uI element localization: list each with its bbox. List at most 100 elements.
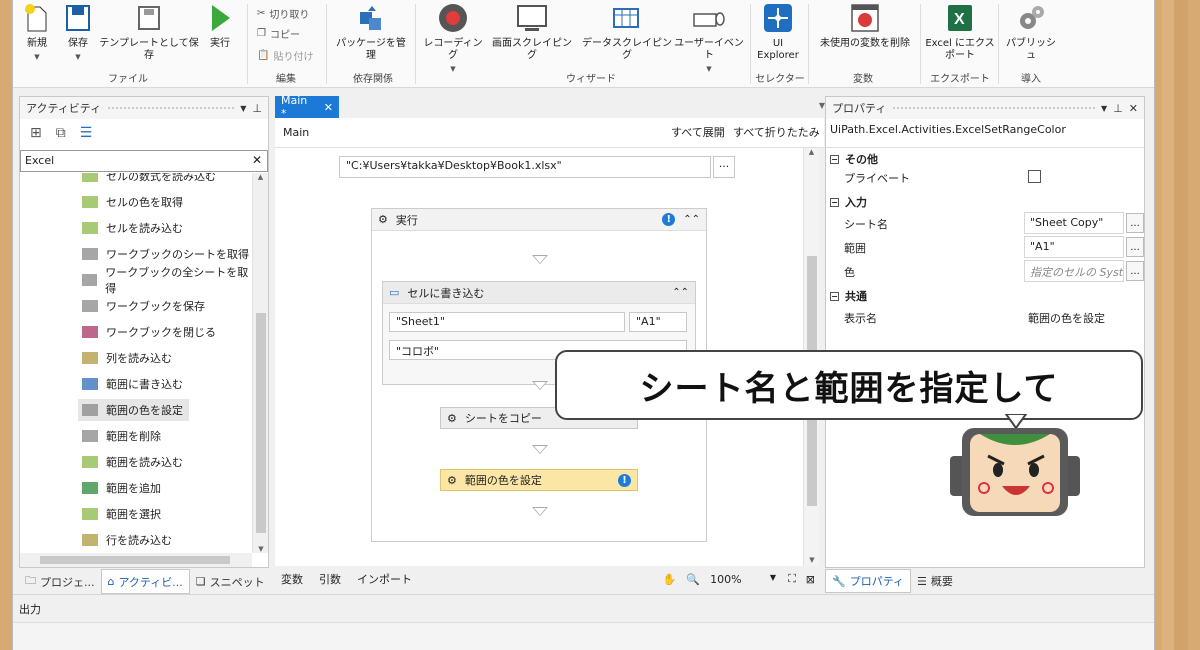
export-excel-button[interactable]: X Excel にエクスポート [925,2,995,62]
tab-outline[interactable]: ☰ 概要 [911,569,959,593]
tab-activities[interactable]: ⌂ アクティビ... [100,569,190,594]
cell-field[interactable]: "A1" [629,312,687,332]
activity-item[interactable]: セルを読み込む [82,217,183,239]
save-template-button[interactable]: テンプレートとして保存 [99,2,199,62]
scroll-down-icon[interactable]: ▼ [804,556,820,564]
display-name-value[interactable]: 範囲の色を設定 [1028,310,1105,326]
save-button[interactable]: 保存 ▼ [61,2,95,63]
warning-icon[interactable]: ! [618,473,631,487]
activity-item[interactable]: 範囲の色を設定 [78,399,189,421]
section-input[interactable]: − 入力 [830,194,867,210]
scroll-thumb[interactable] [256,313,266,533]
activity-item[interactable]: ワークブックのシートを取得 [82,243,249,265]
workbook-path-field[interactable]: "C:¥Users¥takka¥Desktop¥Book1.xlsx" [339,156,711,178]
imports-tab[interactable]: インポート [357,571,412,587]
recording-button[interactable]: レコーディング ▼ [421,2,485,75]
pin-icon[interactable]: ⊥ [1113,102,1123,115]
activity-item[interactable]: 範囲を追加 [82,477,161,499]
publish-button[interactable]: パブリッシュ [1003,2,1059,62]
close-tab-icon[interactable]: ✕ [324,101,333,114]
activity-item[interactable]: ワークブックを保存 [82,295,205,317]
activities-search-input[interactable]: Excel ✕ [20,150,268,172]
scroll-down-icon[interactable]: ▼ [253,545,269,553]
expand-icon[interactable]: ⊞ [30,125,42,141]
activity-item[interactable]: セルの数式を読み込む [82,173,216,187]
output-tab[interactable]: 出力 [19,601,41,617]
set-range-color-activity[interactable]: ⚙ 範囲の色を設定 ! [440,469,638,491]
copy-button[interactable]: ❐ コピー [257,26,300,41]
activities-scrollbar[interactable]: ▲ ▼ [252,173,268,553]
screen-scraping-button[interactable]: 画面スクレイピング [489,2,575,62]
run-button[interactable]: 実行 [203,2,237,50]
activity-item[interactable]: ワークブックを閉じる [82,321,216,343]
collapse-all-link[interactable]: すべて折りたたみ [733,124,820,140]
designer-footer: 変数 引数 インポート ✋ 🔍 100% ▼ ⛶ ⊠ [275,568,819,590]
data-scraping-button[interactable]: データスクレイピング [579,2,675,62]
scroll-up-icon[interactable]: ▲ [804,148,819,156]
screen-scraping-label: 画面スクレイピング [492,38,572,61]
overview-icon[interactable]: ⊠ [806,573,815,586]
drag-handle[interactable] [107,106,235,110]
activity-item[interactable]: 行を読み込む [82,529,172,551]
private-checkbox[interactable] [1028,170,1041,183]
activity-item[interactable]: 列を読み込む [82,347,172,369]
zoom-select[interactable]: 100% ▼ [710,573,776,586]
robot-mascot-icon [950,414,1080,516]
hand-icon[interactable]: ✋ [663,573,677,586]
sheet-name-ellipsis-button[interactable]: ... [1126,213,1144,233]
color-input[interactable]: 指定のセルの System.Drawing.Color [1024,260,1124,282]
new-button[interactable]: 新規 ▼ [19,2,55,63]
close-icon[interactable]: ✕ [1129,102,1138,115]
scroll-up-icon[interactable]: ▲ [253,173,268,181]
activity-item[interactable]: セルの色を取得 [82,191,183,213]
arguments-tab[interactable]: 引数 [319,571,341,587]
tab-main[interactable]: Main * ✕ [275,94,339,120]
variable-icon [850,2,880,34]
collapse-chevron-icon[interactable]: ⌃⌃ [672,287,689,298]
activity-item[interactable]: 範囲を削除 [82,425,161,447]
fit-screen-icon[interactable]: ⛶ [788,572,796,586]
user-events-button[interactable]: ユーザーイベント ▼ [671,2,747,75]
activity-item[interactable]: ワークブックの全シートを取得 [82,266,252,295]
clear-icon[interactable]: ✕ [252,153,262,167]
breadcrumb[interactable]: Main [283,126,309,139]
pin-icon[interactable]: ⊥ [252,102,262,115]
tab-snippets[interactable]: ❏ スニペット [190,569,271,594]
activity-item[interactable]: 範囲を選択 [82,503,161,525]
range-ellipsis-button[interactable]: ... [1126,237,1144,257]
zoom-search-icon[interactable]: 🔍 [686,573,700,586]
hscroll-thumb[interactable] [40,556,230,564]
gears-icon [1016,2,1046,34]
activities-title: アクティビティ [26,102,102,115]
section-common[interactable]: − 共通 [830,288,867,304]
paste-button[interactable]: 📋 貼り付け [257,48,313,63]
dropdown-icon[interactable]: ▼ [1101,104,1107,113]
activities-hscrollbar[interactable] [20,553,252,567]
sheet-name-input[interactable]: "Sheet Copy" [1024,212,1124,234]
list-icon[interactable]: ☰ [80,125,93,141]
sheet-name-field[interactable]: "Sheet1" [389,312,625,332]
collapse-chevron-icon[interactable]: ⌃⌃ [683,214,700,225]
dropdown-icon[interactable]: ▼ [240,104,246,113]
manage-packages-button[interactable]: パッケージを管理 [333,2,409,62]
variables-tab[interactable]: 変数 [281,571,303,587]
drag-handle[interactable] [892,106,1096,110]
sequence-title: 実行 [395,213,418,227]
ui-explorer-button[interactable]: UI Explorer [753,2,803,62]
section-misc[interactable]: − その他 [830,151,878,167]
tab-properties[interactable]: 🔧 プロパティ [825,569,912,593]
tab-project[interactable]: 🗀 プロジェ... [19,569,101,594]
cut-button[interactable]: ✂ 切り取り [257,6,309,21]
remove-unused-vars-button[interactable]: 未使用の変数を削除 [813,2,917,50]
path-ellipsis-button[interactable]: ... [713,156,735,178]
activity-item[interactable]: 範囲を読み込む [82,451,183,473]
range-input[interactable]: "A1" [1024,236,1124,258]
expand-all-link[interactable]: すべて展開 [671,124,725,140]
remove-unused-vars-label: 未使用の変数を削除 [820,38,910,49]
activity-item[interactable]: 範囲に書き込む [82,373,183,395]
color-ellipsis-button[interactable]: ... [1126,261,1144,281]
activity-item-label: 行を読み込む [106,534,172,547]
warning-icon[interactable]: ! [662,213,676,226]
collapse-icon[interactable]: ⧉ [56,125,66,141]
new-label: 新規 [27,38,47,49]
